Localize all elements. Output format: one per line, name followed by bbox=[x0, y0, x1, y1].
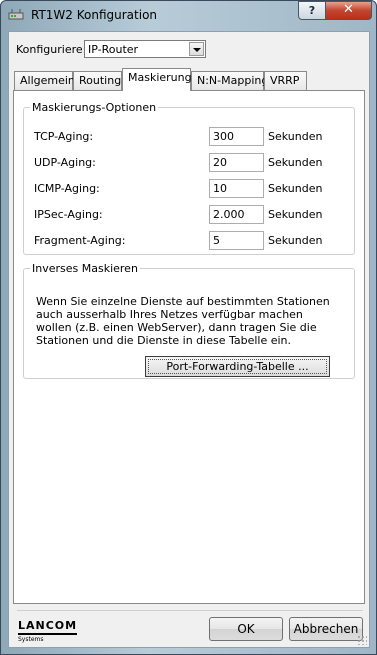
ipsec-aging-input[interactable]: 2.000 bbox=[209, 205, 264, 224]
window-title: RT1W2 Konfiguration bbox=[31, 8, 158, 22]
footer-divider bbox=[17, 610, 363, 611]
masking-options-group: Maskierungs-Optionen TCP-Aging: 300 Seku… bbox=[23, 101, 355, 255]
logo-text: LANCOM bbox=[18, 619, 78, 635]
tcp-aging-input[interactable]: 300 bbox=[209, 127, 264, 146]
configure-select-value: IP-Router bbox=[88, 43, 139, 56]
focus-rect bbox=[148, 359, 327, 374]
help-button[interactable]: ? bbox=[298, 1, 326, 20]
ok-button[interactable]: OK bbox=[209, 617, 283, 641]
close-button[interactable]: ✕ bbox=[325, 1, 372, 20]
cancel-button[interactable]: Abbrechen bbox=[289, 617, 363, 641]
tab-maskierung[interactable]: Maskierung bbox=[122, 68, 192, 91]
tab-routing[interactable]: Routing bbox=[73, 71, 122, 90]
tab-allgemein[interactable]: Allgemein bbox=[14, 71, 75, 90]
configure-label: Konfiguriere: bbox=[16, 43, 87, 56]
chevron-down-icon[interactable] bbox=[189, 42, 204, 56]
inverse-masking-group: Inverses Maskieren Wenn Sie einzelne Die… bbox=[23, 262, 355, 379]
title-bar[interactable]: RT1W2 Konfiguration ? ✕ bbox=[1, 1, 376, 31]
udp-aging-label: UDP-Aging: bbox=[34, 156, 96, 169]
udp-aging-unit: Sekunden bbox=[268, 156, 323, 169]
fragment-aging-input[interactable]: 5 bbox=[209, 231, 264, 250]
icmp-aging-unit: Sekunden bbox=[268, 182, 323, 195]
maskierung-panel: Maskierungs-Optionen TCP-Aging: 300 Seku… bbox=[13, 90, 365, 604]
tcp-aging-label: TCP-Aging: bbox=[34, 130, 94, 143]
tcp-aging-unit: Sekunden bbox=[268, 130, 323, 143]
tab-nn-mapping[interactable]: N:N-Mapping bbox=[191, 71, 268, 90]
udp-aging-input[interactable]: 20 bbox=[209, 153, 264, 172]
router-icon bbox=[8, 9, 24, 20]
resize-grip-icon[interactable] bbox=[357, 635, 367, 645]
config-window: RT1W2 Konfiguration ? ✕ Konfiguriere: IP… bbox=[0, 0, 377, 655]
dialog-client-area: Konfiguriere: IP-Router Allgemein Routin… bbox=[8, 31, 370, 648]
icmp-aging-input[interactable]: 10 bbox=[209, 179, 264, 198]
lancom-logo: LANCOM Systems bbox=[18, 619, 78, 643]
logo-subtext: Systems bbox=[18, 636, 44, 643]
inverse-masking-description: Wenn Sie einzelne Dienste auf bestimmten… bbox=[36, 295, 330, 347]
fragment-aging-label: Fragment-Aging: bbox=[34, 234, 126, 247]
port-forwarding-table-button[interactable]: Port-Forwarding-Tabelle ... bbox=[145, 356, 330, 377]
ipsec-aging-unit: Sekunden bbox=[268, 208, 323, 221]
masking-options-legend: Maskierungs-Optionen bbox=[32, 101, 157, 114]
configure-select[interactable]: IP-Router bbox=[84, 40, 206, 58]
icmp-aging-label: ICMP-Aging: bbox=[34, 182, 100, 195]
tab-vrrp[interactable]: VRRP bbox=[264, 71, 307, 90]
inverse-masking-legend: Inverses Maskieren bbox=[32, 262, 138, 275]
ipsec-aging-label: IPSec-Aging: bbox=[34, 208, 103, 221]
fragment-aging-unit: Sekunden bbox=[268, 234, 323, 247]
